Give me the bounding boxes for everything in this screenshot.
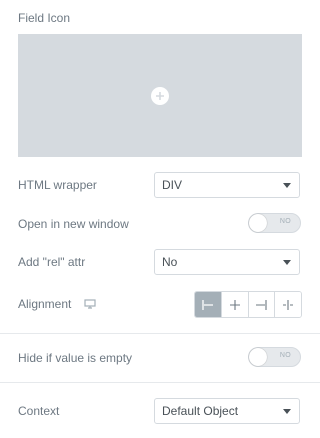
chevron-down-icon	[283, 183, 291, 188]
align-end-button[interactable]	[247, 292, 275, 317]
add-rel-label: Add "rel" attr	[18, 255, 86, 269]
align-center-button[interactable]	[220, 292, 248, 317]
toggle-text: NO	[279, 218, 291, 225]
toggle-knob	[249, 348, 267, 366]
align-justify-button[interactable]	[274, 292, 301, 317]
hide-if-empty-label: Hide if value is empty	[18, 351, 133, 365]
toggle-knob	[249, 214, 267, 232]
html-wrapper-select[interactable]: DIV	[154, 172, 300, 198]
add-icon[interactable]	[151, 86, 169, 105]
align-center-icon	[229, 299, 240, 310]
alignment-group[interactable]	[194, 291, 302, 318]
context-select[interactable]: Default Object	[154, 398, 300, 424]
toggle-text: NO	[279, 352, 291, 359]
context-value: Default Object	[162, 404, 239, 418]
alignment-label: Alignment	[18, 297, 72, 311]
chevron-down-icon	[283, 260, 291, 265]
hide-if-empty-toggle[interactable]: NO	[248, 347, 301, 367]
open-new-window-toggle[interactable]: NO	[248, 213, 301, 233]
open-new-window-label: Open in new window	[18, 217, 129, 231]
align-justify-icon	[283, 299, 294, 310]
align-end-icon	[256, 299, 267, 310]
align-start-button[interactable]	[195, 292, 221, 317]
field-icon-label: Field Icon	[18, 11, 71, 25]
align-start-icon	[202, 299, 213, 310]
icon-picker[interactable]	[18, 34, 302, 157]
divider	[0, 382, 320, 383]
html-wrapper-value: DIV	[162, 178, 183, 192]
context-label: Context	[18, 404, 60, 418]
divider	[0, 333, 320, 334]
chevron-down-icon	[283, 409, 291, 414]
html-wrapper-label: HTML wrapper	[18, 178, 97, 192]
add-rel-value: No	[162, 255, 178, 269]
add-rel-select[interactable]: No	[154, 249, 300, 275]
monitor-icon[interactable]	[84, 298, 96, 312]
